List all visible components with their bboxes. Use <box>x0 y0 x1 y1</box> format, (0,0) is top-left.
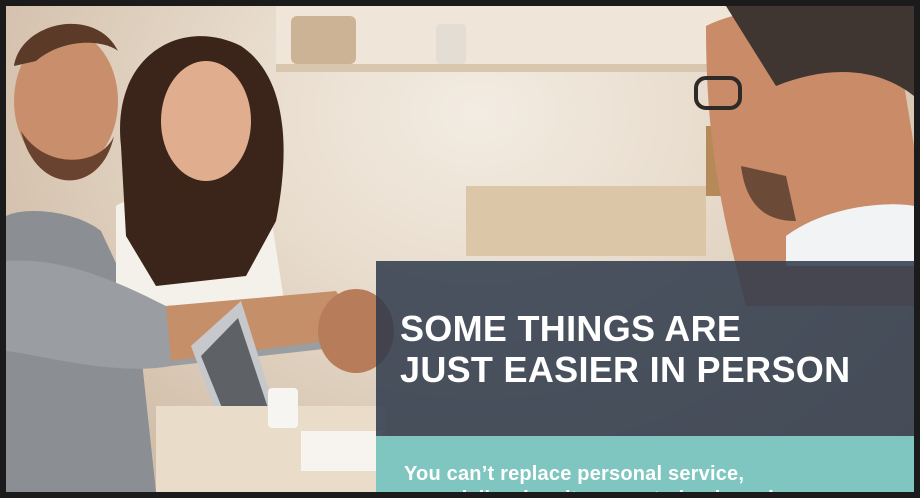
subtext-line-2: especially when it comes to buying a hom… <box>404 487 828 492</box>
shelf-vase <box>291 16 356 64</box>
shelf-jar <box>436 24 466 64</box>
shelf <box>276 64 746 72</box>
headline-line-1: SOME THINGS ARE <box>400 308 742 349</box>
cabinet <box>466 186 706 256</box>
woman-face <box>161 61 251 181</box>
papers <box>301 431 381 471</box>
coffee-cup <box>268 388 298 428</box>
headline-line-2: JUST EASIER IN PERSON <box>400 349 851 390</box>
headline: SOME THINGS ARE JUST EASIER IN PERSON <box>400 308 850 390</box>
ad-banner: SOME THINGS ARE JUST EASIER IN PERSON Yo… <box>0 0 920 498</box>
subtext-line-1: You can’t replace personal service, <box>404 463 745 485</box>
headline-panel: SOME THINGS ARE JUST EASIER IN PERSON <box>376 261 914 436</box>
subtext-panel: You can’t replace personal service, espe… <box>376 436 914 492</box>
subtext: You can’t replace personal service, espe… <box>404 462 828 492</box>
